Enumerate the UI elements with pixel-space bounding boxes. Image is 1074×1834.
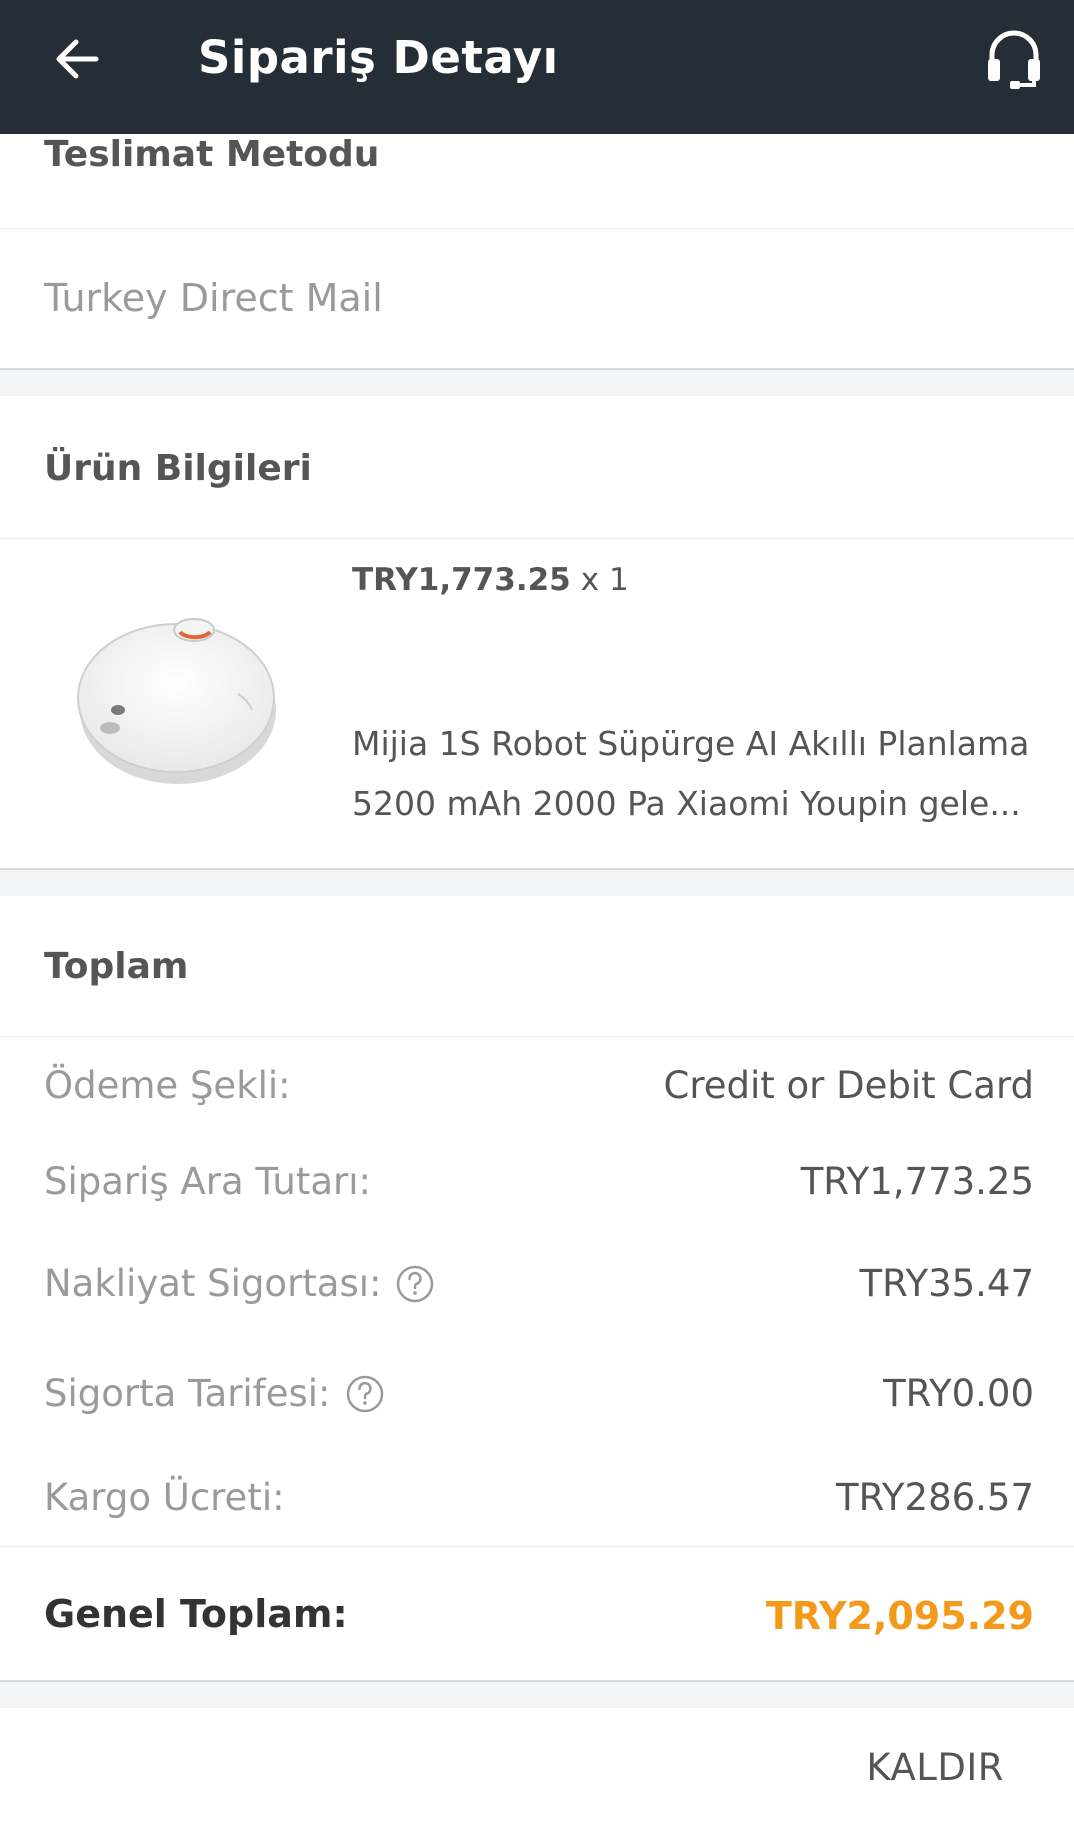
page-title: Sipariş Detayı [198,31,559,84]
shipping-insurance-label: Nakliyat Sigortası: [44,1262,382,1305]
product-name[interactable]: Mijia 1S Robot Süpürge AI Akıllı Planlam… [352,714,1042,834]
product-price: TRY1,773.25 [352,562,571,598]
product-price-line: TRY1,773.25 x 1 [352,562,629,598]
shipping-insurance-row-label: Nakliyat Sigortası: [44,1262,435,1305]
grand-total-value: TRY2,095.29 [765,1594,1034,1638]
subtotal-value: TRY1,773.25 [800,1160,1034,1203]
remove-button[interactable]: KALDIR [866,1746,1004,1789]
order-detail-screen: Sipariş Detayı Teslimat Metodu Turkey Di… [0,0,1074,1834]
delivery-method-value: Turkey Direct Mail [44,276,383,320]
product-quantity: x 1 [580,562,629,598]
help-circle-icon[interactable] [345,1374,385,1414]
divider [0,538,1074,539]
product-image[interactable] [62,592,290,792]
support-button[interactable] [978,22,1050,94]
shipping-fee-value: TRY286.57 [835,1476,1034,1519]
totals-section-title: Toplam [44,946,189,987]
app-header: Sipariş Detayı [0,0,1074,134]
shipping-fee-label: Kargo Ücreti: [44,1476,285,1519]
shipping-insurance-value: TRY35.47 [859,1262,1034,1305]
headset-icon [988,30,1040,89]
divider [0,1546,1074,1547]
subtotal-label: Sipariş Ara Tutarı: [44,1160,371,1203]
delivery-section-title: Teslimat Metodu [44,134,380,175]
back-button[interactable] [44,26,110,92]
insurance-rate-label: Sigorta Tarifesi: [44,1372,331,1415]
insurance-rate-value: TRY0.00 [883,1372,1034,1415]
payment-method-value: Credit or Debit Card [663,1064,1035,1107]
grand-total-label: Genel Toplam: [44,1592,348,1636]
divider [0,1036,1074,1037]
divider [0,228,1074,229]
robot-vacuum-image [77,618,276,784]
help-circle-icon[interactable] [395,1264,435,1304]
insurance-rate-row-label: Sigorta Tarifesi: [44,1372,385,1415]
product-section-title: Ürün Bilgileri [44,448,312,489]
delivery-card: Teslimat Metodu Turkey Direct Mail [0,134,1074,370]
arrow-left-icon [56,39,99,79]
payment-method-label: Ödeme Şekli: [44,1064,291,1107]
